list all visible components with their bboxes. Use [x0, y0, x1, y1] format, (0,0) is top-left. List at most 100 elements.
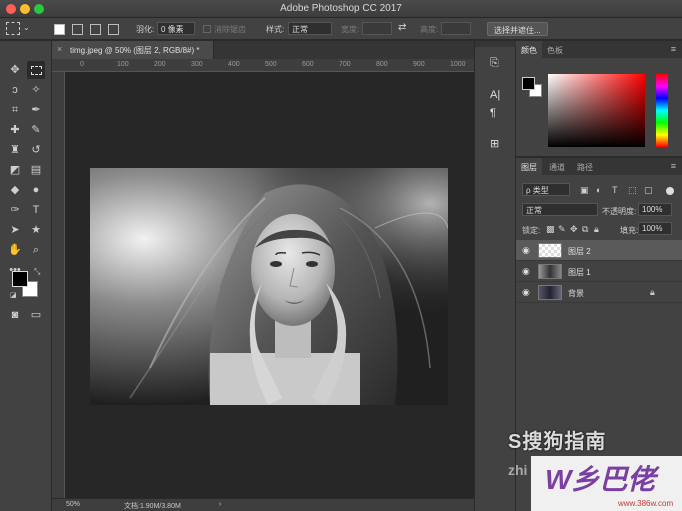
filter-adjustment-icon[interactable]: ◐: [596, 185, 601, 195]
swap-colors-icon[interactable]: ⤡: [34, 267, 40, 277]
lock-fill-row: 锁定: ▩ ✎ ✥ ⧉ 🔒︎ 填充: 100%: [516, 220, 682, 240]
lock-transparent-icon[interactable]: ▩: [546, 224, 555, 235]
ruler-tick: 100: [117, 61, 129, 68]
tab-paths[interactable]: 路径: [572, 158, 598, 175]
hue-slider[interactable]: [656, 74, 668, 147]
lock-position-icon[interactable]: ✥: [570, 224, 578, 235]
style-select[interactable]: 正常: [288, 22, 332, 35]
magic-wand-tool-icon[interactable]: ✧: [27, 81, 45, 99]
type-tool-icon[interactable]: T: [27, 201, 45, 219]
layer-row[interactable]: ◉ 图层 2: [516, 240, 682, 261]
history-brush-tool-icon[interactable]: ↺: [27, 141, 45, 159]
layer-filter-select[interactable]: ρ 类型: [522, 183, 570, 196]
lasso-tool-icon[interactable]: ↄ: [6, 81, 24, 99]
lock-all-icon[interactable]: 🔒︎: [594, 224, 599, 235]
tab-layers[interactable]: 图层: [516, 158, 542, 175]
style-label: 样式:: [266, 25, 285, 34]
add-selection-icon[interactable]: [72, 24, 83, 35]
libraries-panel-icon[interactable]: ⊞: [490, 137, 499, 150]
layer-thumbnail: [538, 243, 562, 258]
width-label: 宽度:: [341, 25, 360, 34]
filter-toggle-icon[interactable]: [666, 187, 674, 195]
tab-color[interactable]: 颜色: [516, 41, 542, 58]
gradient-tool-icon[interactable]: ▤: [27, 161, 45, 179]
eraser-tool-icon[interactable]: ◩: [6, 161, 24, 179]
panel-menu-icon[interactable]: ≡: [671, 44, 676, 54]
default-colors-icon[interactable]: ◪: [10, 291, 17, 299]
fill-label: 填充:: [620, 226, 639, 235]
visibility-eye-icon[interactable]: ◉: [522, 266, 530, 277]
healing-brush-tool-icon[interactable]: ✚: [6, 121, 24, 139]
window-title: Adobe Photoshop CC 2017: [280, 3, 402, 14]
shape-tool-icon[interactable]: ★: [27, 221, 45, 239]
status-menu-arrow-icon[interactable]: ›: [219, 501, 221, 508]
zoom-level[interactable]: 50%: [66, 501, 80, 508]
character-panel-icon[interactable]: A|: [490, 89, 500, 101]
subtract-selection-icon[interactable]: [90, 24, 101, 35]
blend-mode-select[interactable]: 正常: [522, 203, 598, 216]
lock-artboard-icon[interactable]: ⧉: [582, 224, 588, 235]
intersect-selection-icon[interactable]: [108, 24, 119, 35]
clone-stamp-tool-icon[interactable]: ♜: [6, 141, 24, 159]
layer-row[interactable]: ◉ 图层 1: [516, 261, 682, 282]
path-selection-tool-icon[interactable]: ➤: [6, 221, 24, 239]
visibility-eye-icon[interactable]: ◉: [522, 245, 530, 256]
opacity-input[interactable]: 100%: [638, 203, 672, 216]
layer-thumbnail: [538, 264, 562, 279]
filter-smart-object-icon[interactable]: ▢: [644, 185, 653, 196]
ruler-tick: 300: [191, 61, 203, 68]
chevron-down-icon[interactable]: ⌄: [23, 23, 30, 32]
document-tab[interactable]: × timg.jpeg @ 50% (图层 2, RGB/8#) *: [52, 41, 214, 59]
ruler-tick: 200: [154, 61, 166, 68]
height-input[interactable]: [441, 22, 471, 35]
color-picker-field[interactable]: [548, 74, 645, 147]
antialias-checkbox[interactable]: [203, 25, 211, 33]
ruler-tick: 1000: [450, 61, 466, 68]
rectangular-marquee-tool-icon[interactable]: [27, 61, 45, 79]
layer-name[interactable]: 图层 2: [568, 246, 591, 257]
foreground-color-swatch[interactable]: [12, 271, 28, 287]
select-and-mask-button[interactable]: 选择并遮住...: [487, 22, 548, 36]
marquee-preset-icon[interactable]: [6, 22, 20, 35]
quick-mask-icon[interactable]: ◙: [6, 306, 24, 324]
lock-icon: 🔒︎: [650, 287, 655, 297]
brush-tool-icon[interactable]: ✎: [27, 121, 45, 139]
layer-row[interactable]: ◉ 背景 🔒︎: [516, 282, 682, 303]
hand-tool-icon[interactable]: ✋: [6, 241, 24, 259]
history-panel-icon[interactable]: ⎘: [490, 57, 499, 70]
pen-tool-icon[interactable]: ✑: [6, 201, 24, 219]
layer-name[interactable]: 背景: [568, 288, 584, 299]
crop-tool-icon[interactable]: ⌗: [6, 101, 24, 119]
filter-type-icon[interactable]: T: [612, 185, 618, 195]
layer-name[interactable]: 图层 1: [568, 267, 591, 278]
feather-label: 羽化:: [136, 25, 155, 34]
filter-shape-icon[interactable]: ⬚: [628, 185, 637, 196]
portrait-photo: [90, 168, 448, 405]
site-url: www.386w.com: [618, 499, 674, 508]
screen-mode-icon[interactable]: ▭: [27, 306, 45, 324]
filter-pixel-icon[interactable]: ▣: [580, 185, 589, 196]
move-tool-icon[interactable]: ✥: [6, 61, 24, 79]
close-tab-icon[interactable]: ×: [57, 44, 62, 54]
document-image[interactable]: [90, 168, 448, 405]
swap-dimensions-icon[interactable]: ⇄: [398, 22, 406, 33]
layers-panel-menu-icon[interactable]: ≡: [671, 161, 676, 171]
fill-input[interactable]: 100%: [638, 222, 672, 235]
lock-pixels-icon[interactable]: ✎: [558, 224, 566, 235]
width-input[interactable]: [362, 22, 392, 35]
tab-channels[interactable]: 通道: [544, 158, 570, 175]
opacity-label: 不透明度:: [602, 207, 637, 216]
visibility-eye-icon[interactable]: ◉: [522, 287, 530, 298]
new-selection-icon[interactable]: [54, 24, 65, 35]
eyedropper-tool-icon[interactable]: ✒: [27, 101, 45, 119]
paragraph-panel-icon[interactable]: ¶: [490, 107, 496, 119]
options-bar: ⌄ 羽化: 0 像素 消除锯齿 样式: 正常 宽度: ⇄ 高度: 选择并遮住..…: [0, 18, 682, 40]
zoom-tool-icon[interactable]: ⌕: [27, 241, 45, 259]
blur-tool-icon[interactable]: ◆: [6, 181, 24, 199]
dodge-tool-icon[interactable]: ●: [27, 181, 45, 199]
panel-foreground-swatch[interactable]: [522, 77, 535, 90]
canvas-area[interactable]: [65, 72, 474, 498]
tab-swatches[interactable]: 色板: [542, 41, 568, 58]
feather-input[interactable]: 0 像素: [157, 22, 195, 35]
zhi-watermark: zhi: [508, 462, 528, 478]
